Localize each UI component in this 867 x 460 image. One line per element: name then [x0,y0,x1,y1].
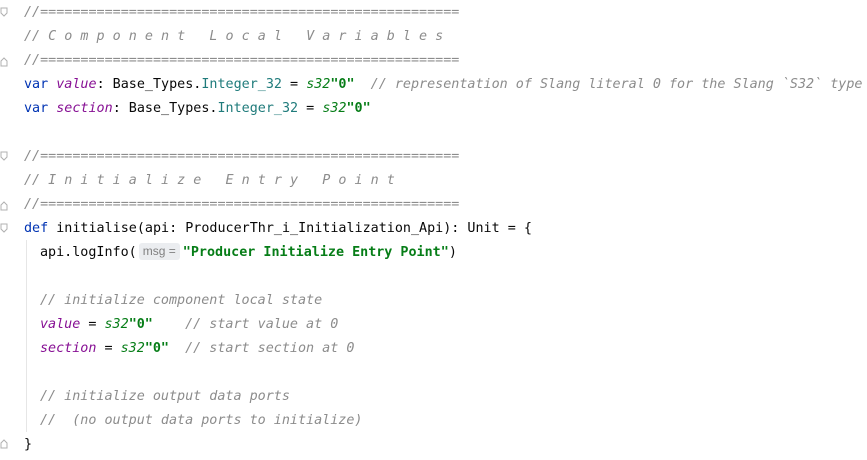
comment: // C o m p o n e n t L o c a l V a r i a… [24,29,444,44]
code-line-13[interactable]: // initialize component local state [40,289,322,313]
close-brace: } [24,437,33,452]
string-literal: "0" [128,317,153,332]
code-line-18[interactable]: // (no output data ports to initialize) [40,409,362,433]
type-qualifier: : Base_Types. [112,101,218,116]
code-line-15[interactable]: section = s32"0" // start section at 0 [40,337,354,361]
code-line-7[interactable]: //======================================… [24,145,459,169]
code-line-11[interactable]: api.logInfo(msg = "Producer Initialize En… [40,241,457,265]
indent-guide [26,240,27,432]
comment: //======================================… [24,5,460,20]
operator: = [96,341,121,356]
code-line-8[interactable]: // I n i t i a l i z e E n t r y P o i n… [24,169,395,193]
variable-name: section [40,341,97,356]
comment: //======================================… [24,197,460,212]
comment: // start value at 0 [152,317,339,332]
type-qualifier: : Base_Types. [96,77,202,92]
code-line-14[interactable]: value = s32"0" // start value at 0 [40,313,338,337]
comment: // start section at 0 [169,341,355,356]
code-line-5[interactable]: var section: Base_Types.Integer_32 = s32… [24,97,371,121]
literal-prefix: s32 [306,77,331,92]
fold-marker-icon[interactable] [0,439,8,449]
operator: = [80,317,105,332]
string-literal: "0" [346,101,371,116]
method-call: api.logInfo( [40,245,137,260]
literal-prefix: s32 [104,317,129,332]
comment: // representation of Slang literal 0 for… [354,77,863,92]
comment: // initialize component local state [40,293,323,308]
literal-prefix: s32 [120,341,145,356]
code-line-9[interactable]: //======================================… [24,193,459,217]
comment: //======================================… [24,53,460,68]
type-name: Integer_32 [201,77,282,92]
keyword: def [24,221,49,236]
fold-marker-icon[interactable] [0,57,8,67]
string-literal: "0" [330,77,355,92]
code-line-17[interactable]: // initialize output data ports [40,385,290,409]
operator: = [298,101,323,116]
keyword: var [24,101,49,116]
code-line-19[interactable]: } [24,433,32,457]
code-line-10[interactable]: def initialise(api: ProducerThr_i_Initia… [24,217,532,241]
comment: //======================================… [24,149,460,164]
fold-marker-icon[interactable] [0,201,8,211]
comment: // (no output data ports to initialize) [40,413,363,428]
code-editor[interactable]: //======================================… [0,0,867,460]
keyword: var [24,77,49,92]
comment: // initialize output data ports [40,389,290,404]
string-literal: "Producer Initialize Entry Point" [182,245,449,260]
fold-marker-icon[interactable] [0,223,8,233]
code-line-2[interactable]: // C o m p o n e n t L o c a l V a r i a… [24,25,443,49]
comment: // I n i t i a l i z e E n t r y P o i n… [24,173,395,188]
code-line-4[interactable]: var value: Base_Types.Integer_32 = s32"0… [24,73,862,97]
string-literal: "0" [144,341,169,356]
fold-marker-icon[interactable] [0,151,8,161]
variable-name: section [56,101,113,116]
variable-name: value [40,317,81,332]
method-signature: initialise(api: ProducerThr_i_Initializa… [48,221,532,236]
variable-name: value [56,77,97,92]
close-paren: ) [448,245,457,260]
literal-prefix: s32 [322,101,347,116]
code-line-1[interactable]: //======================================… [24,1,459,25]
parameter-hint: msg = [138,243,180,260]
fold-marker-icon[interactable] [0,7,8,17]
operator: = [282,77,307,92]
code-line-3[interactable]: //======================================… [24,49,459,73]
type-name: Integer_32 [217,101,299,116]
